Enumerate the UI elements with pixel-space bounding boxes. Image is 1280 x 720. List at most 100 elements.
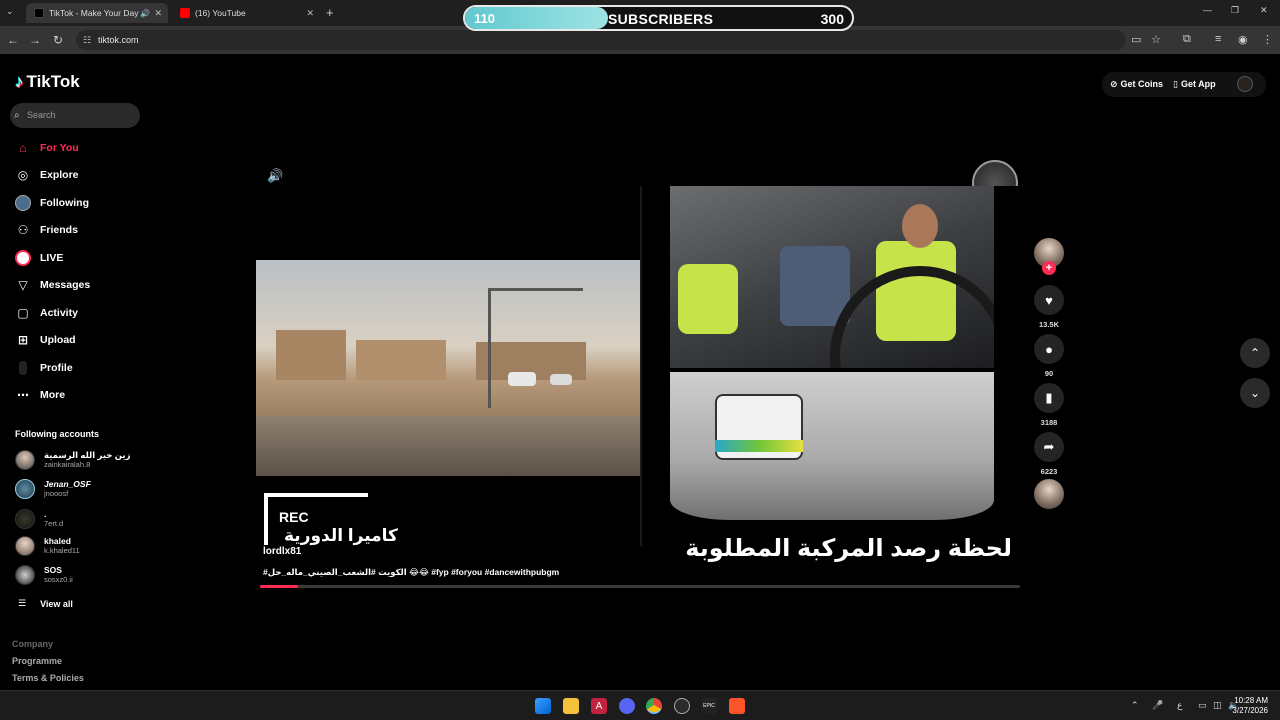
view-all-link[interactable]: ☰ View all xyxy=(18,598,73,609)
network-icon[interactable]: ◫ xyxy=(1213,700,1222,711)
avatar xyxy=(15,479,35,499)
get-app-button[interactable]: ▯ Get App xyxy=(1173,75,1216,93)
app-red-icon[interactable]: A xyxy=(591,698,607,714)
video-username[interactable]: lordlx81 xyxy=(263,546,301,557)
forward-arrow-icon[interactable]: → xyxy=(28,33,42,47)
maximize-button[interactable]: ❐ xyxy=(1231,5,1239,16)
chevron-up-icon[interactable]: ⌃ xyxy=(1131,700,1139,711)
video-progress-bar[interactable] xyxy=(260,585,1020,588)
extensions-icon[interactable]: ⧉ xyxy=(1183,33,1191,46)
url-field[interactable]: ☷ tiktok.com xyxy=(76,30,1126,50)
share-button[interactable]: ➦ 6223 xyxy=(1034,432,1064,476)
comment-button[interactable]: ● 90 xyxy=(1034,334,1064,378)
phone-icon: ▯ xyxy=(1173,78,1178,89)
media-controls-icon[interactable]: ≡ xyxy=(1215,33,1221,45)
friends-icon: ⚇ xyxy=(17,223,29,237)
tiktok-logo[interactable]: ♪ TikTok xyxy=(15,72,80,92)
nav-messages[interactable]: ▽ Messages xyxy=(15,276,90,294)
account-item[interactable]: زين خير الله الرسمية zainkairalah.8 xyxy=(15,448,131,472)
nav-label: Upload xyxy=(40,334,76,346)
activity-icon: ▢ xyxy=(17,306,29,320)
account-item[interactable]: Jenan_OSF jnooosf xyxy=(15,477,91,501)
avatar xyxy=(15,450,35,470)
nav-upload[interactable]: ⊞ Upload xyxy=(15,331,76,349)
nav-more[interactable]: ⋯ More xyxy=(15,386,65,404)
new-tab-button[interactable]: + xyxy=(326,5,334,20)
nav-live[interactable]: LIVE xyxy=(15,249,63,267)
volume-icon[interactable]: 🔊 xyxy=(267,168,283,184)
split-divider xyxy=(640,186,642,546)
previous-video-button[interactable]: ⌃ xyxy=(1240,338,1270,368)
speaker-icon[interactable]: 🔊 xyxy=(140,9,150,18)
close-tab-icon[interactable]: ✕ xyxy=(154,8,162,19)
home-icon: ⌂ xyxy=(19,141,27,155)
file-explorer-icon[interactable] xyxy=(563,698,579,714)
close-window-button[interactable]: ✕ xyxy=(1260,5,1268,16)
footer-company-link[interactable]: Company xyxy=(12,639,53,649)
footer-terms-link[interactable]: Terms & Policies xyxy=(12,673,84,683)
url-text: tiktok.com xyxy=(98,35,139,45)
user-avatar[interactable] xyxy=(1237,76,1253,92)
get-app-label: Get App xyxy=(1180,79,1216,89)
search-input[interactable]: ⌕ Search xyxy=(10,103,140,128)
like-button[interactable]: ♥ 13.5K xyxy=(1034,285,1064,329)
account-name: زين خير الله الرسمية xyxy=(44,450,131,460)
nav-friends[interactable]: ⚇ Friends xyxy=(15,221,78,239)
back-arrow-icon[interactable]: ← xyxy=(6,33,20,47)
account-item[interactable]: khaled k.khaled11 xyxy=(15,534,80,558)
logo-text: TikTok xyxy=(26,72,80,91)
tab-list-dropdown[interactable]: ⌄ xyxy=(6,6,20,20)
nav-for-you[interactable]: ⌂ For You xyxy=(15,139,78,157)
nav-activity[interactable]: ▢ Activity xyxy=(15,304,78,322)
next-video-button[interactable]: ⌄ xyxy=(1240,378,1270,408)
account-item[interactable]: . 7ert.d xyxy=(15,507,63,531)
view-all-label: View all xyxy=(40,598,73,609)
brave-icon[interactable] xyxy=(729,698,745,714)
follow-plus-icon[interactable]: + xyxy=(1042,261,1056,275)
tab-title: (16) YouTube xyxy=(195,8,246,18)
close-tab-icon[interactable]: ✕ xyxy=(306,8,314,19)
minimize-button[interactable]: — xyxy=(1203,5,1212,15)
bookmark-star-icon[interactable]: ☆ xyxy=(1151,33,1161,46)
obs-icon[interactable] xyxy=(674,698,690,714)
account-item[interactable]: SOS sosxz0.ii xyxy=(15,563,73,587)
nav-explore[interactable]: ◎ Explore xyxy=(15,166,79,184)
tab-tiktok[interactable]: TikTok - Make Your Day 🔊 ✕ xyxy=(26,3,168,23)
reload-icon[interactable]: ↻ xyxy=(51,33,65,47)
chrome-icon[interactable] xyxy=(646,698,662,714)
following-accounts-title: Following accounts xyxy=(15,429,100,439)
account-handle: k.khaled11 xyxy=(44,546,80,555)
music-disc-avatar[interactable] xyxy=(1034,479,1064,509)
avatar xyxy=(15,509,35,529)
subscriber-goal: 300 xyxy=(820,11,844,27)
rear-camera-feed xyxy=(670,372,994,520)
get-coins-button[interactable]: ⊘ Get Coins xyxy=(1110,75,1163,93)
footer-programme-link[interactable]: Programme xyxy=(12,656,62,666)
account-name: SOS xyxy=(44,565,62,575)
save-button[interactable]: ▮ 3188 xyxy=(1034,383,1064,427)
account-name: . xyxy=(44,509,47,519)
system-clock[interactable]: 10:28 AM 3/27/2026 xyxy=(1232,696,1268,716)
subscriber-count: 110 xyxy=(474,11,495,26)
nav-following[interactable]: Following xyxy=(15,194,89,212)
display-icon[interactable]: ▭ xyxy=(1198,700,1207,711)
cast-icon[interactable]: ▭ xyxy=(1131,33,1141,46)
microphone-icon[interactable]: 🎤 xyxy=(1152,700,1163,711)
video-main-caption: لحظة رصد المركبة المطلوبة xyxy=(685,535,1012,562)
site-info-icon[interactable]: ☷ xyxy=(83,30,91,50)
nav-label: Activity xyxy=(40,307,78,319)
epic-games-icon[interactable]: EPIC xyxy=(701,698,717,714)
following-avatar-icon xyxy=(15,195,31,211)
discord-icon[interactable] xyxy=(619,698,635,714)
nav-label: Explore xyxy=(40,169,79,181)
nav-label: More xyxy=(40,389,66,401)
video-player[interactable]: REC كاميرا الدورية لحظة رصد المركبة المط… xyxy=(256,186,1024,588)
browser-menu-icon[interactable]: ⋮ xyxy=(1262,33,1273,46)
windows-start-icon[interactable] xyxy=(535,698,551,714)
language-indicator[interactable]: ع xyxy=(1177,700,1182,711)
compass-icon: ◎ xyxy=(17,168,29,182)
bookmark-icon: ▮ xyxy=(1034,383,1064,413)
tab-youtube[interactable]: (16) YouTube ✕ xyxy=(172,3,320,23)
profile-avatar-icon[interactable]: ◉ xyxy=(1238,33,1248,46)
nav-profile[interactable]: Profile xyxy=(15,359,73,377)
